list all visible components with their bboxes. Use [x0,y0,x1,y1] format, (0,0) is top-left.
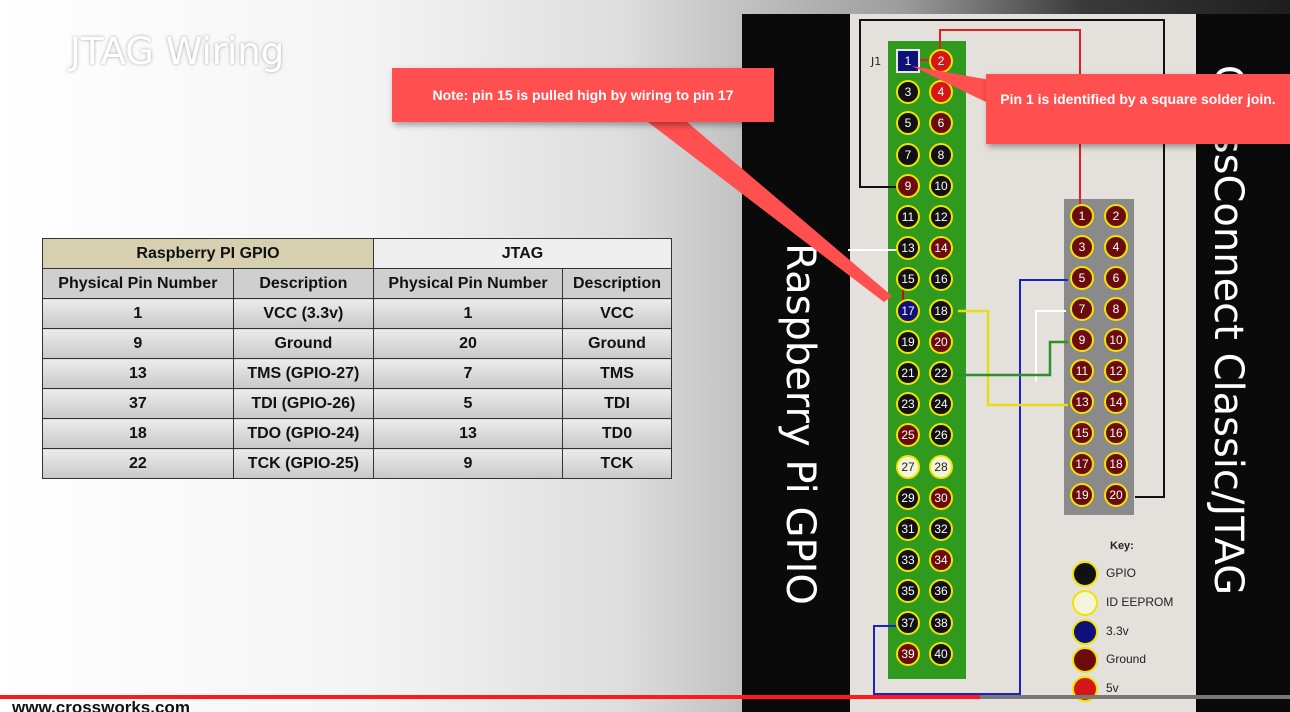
jtag-pin-12: 12 [1104,359,1128,383]
jtag-pin-4: 4 [1104,235,1128,259]
gpio-pin-38: 38 [929,610,953,635]
3v3-swatch [1072,619,1098,645]
key-title: Key: [1110,540,1134,552]
gpio-pin-21: 21 [896,361,920,385]
jtag-pin-13: 13 [1070,390,1094,414]
gpio-pin-29: 29 [896,485,920,510]
gpio-pin-11: 11 [896,205,920,229]
gpio-pin-37: 37 [896,610,920,635]
jtag-pin-11: 11 [1070,359,1094,383]
video-frame[interactable]: JTAG Wiring Raspberry PI GPIO JTAG Physi… [0,0,1290,712]
gpio-pin-40: 40 [929,641,953,666]
gpio-pin-30: 30 [929,485,953,510]
gpio-pin-2: 2 [929,49,953,73]
jtag-pin-15: 15 [1070,421,1094,445]
jtag-pin-18: 18 [1104,452,1128,476]
gpio-pin-14: 14 [929,236,953,261]
gpio-pin-7: 7 [896,142,920,167]
key-label: Ground [1106,652,1147,666]
gpio-pin-17: 17 [896,298,920,323]
ground-swatch [1072,647,1098,673]
jtag-pin-14: 14 [1104,390,1128,414]
gpio-pin-24: 24 [929,392,953,417]
pin1-callout: Pin 1 is identified by a square solder j… [986,74,1290,144]
gpio-pin-34: 34 [929,548,953,573]
jtag-pin-10: 10 [1104,328,1128,352]
gpio-pin-33: 33 [896,548,920,573]
gpio-pin-31: 31 [896,517,920,541]
jtag-pin-8: 8 [1104,297,1128,321]
jtag-pin-7: 7 [1070,297,1094,321]
jtag-pin-16: 16 [1104,421,1128,445]
key-label: 3.3v [1106,624,1129,638]
key-label: ID EEPROM [1106,595,1174,609]
jtag-pin-2: 2 [1104,204,1128,228]
gpio-pin-1: 1 [896,49,920,73]
note-callout: Note: pin 15 is pulled high by wiring to… [392,68,774,122]
gpio-pin-8: 8 [929,142,953,167]
key-label: GPIO [1106,566,1137,580]
gpio-pin-10: 10 [929,173,953,198]
jtag-pin-9: 9 [1070,328,1094,352]
gpio-pin-4: 4 [929,80,953,105]
eeprom-swatch [1072,590,1098,616]
gpio-pin-3: 3 [896,80,920,105]
gpio-pin-23: 23 [896,392,920,417]
jtag-pin-1: 1 [1070,204,1094,228]
gpio-pin-19: 19 [896,329,920,354]
jtag-pin-6: 6 [1104,266,1128,290]
gpio-pin-28: 28 [929,454,953,479]
gpio-pin-27: 27 [896,454,920,479]
gpio-pin-20: 20 [929,329,953,354]
gpio-swatch [1072,561,1098,587]
jtag-pin-20: 20 [1104,483,1128,507]
jtag-pin-3: 3 [1070,235,1094,259]
jtag-pin-17: 17 [1070,452,1094,476]
gpio-pin-32: 32 [929,517,953,541]
gpio-pin-9: 9 [896,173,920,198]
jtag-pin-5: 5 [1070,266,1094,290]
footer-url: www.crossworks.com [12,698,190,712]
jtag-pin-19: 19 [1070,483,1094,507]
gpio-pin-39: 39 [896,641,920,666]
gpio-pin-12: 12 [929,205,953,229]
gpio-pin-22: 22 [929,361,953,385]
gpio-pin-13: 13 [896,236,920,261]
key-label: 5v [1106,681,1119,695]
progress-bar[interactable] [0,695,1290,699]
gpio-pin-18: 18 [929,298,953,323]
